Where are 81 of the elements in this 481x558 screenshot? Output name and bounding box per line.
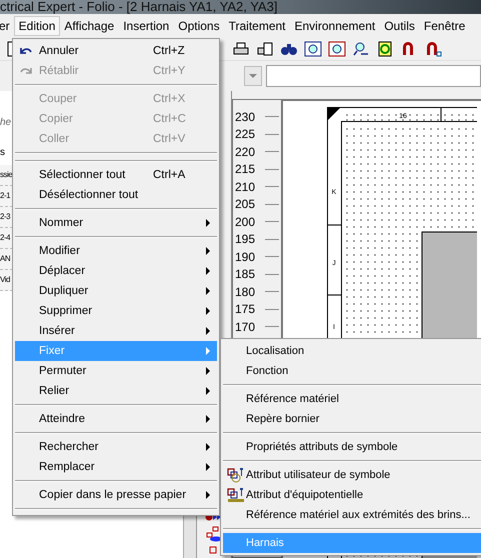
- ruler-label: 170: [235, 320, 256, 334]
- menu-item[interactable]: Fonction: [223, 361, 481, 381]
- menu-item[interactable]: Propriétés attributs de symbole: [223, 437, 481, 457]
- submenu-arrow-icon: [206, 307, 210, 315]
- menu-bar-item[interactable]: Outils: [379, 16, 420, 36]
- caret-icon: [249, 74, 257, 78]
- symbol-attribute-icon: [227, 467, 245, 483]
- submenu-arrow-icon: [206, 327, 210, 335]
- menu-item[interactable]: Modifier: [15, 241, 217, 261]
- ruler-label: 185: [235, 267, 256, 282]
- submenu-arrow-icon: [206, 367, 210, 375]
- submenu-arrow-icon: [206, 287, 210, 295]
- menu-item[interactable]: Remplacer: [15, 457, 217, 477]
- ruler-label: 200: [235, 214, 256, 229]
- submenu-arrow-icon: [206, 347, 210, 355]
- submenu-arrow-icon: [206, 443, 210, 451]
- menu-item[interactable]: Permuter: [15, 361, 217, 381]
- menu-bar-item[interactable]: Options: [173, 16, 225, 36]
- list-row[interactable]: AN: [0, 249, 10, 269]
- menu-item[interactable]: Localisation: [223, 341, 481, 361]
- ruler-label: 210: [235, 180, 256, 194]
- search-field[interactable]: he: [0, 117, 12, 135]
- ruler-label: 225: [235, 127, 256, 142]
- submenu-arrow-icon: [206, 415, 210, 423]
- menu-item[interactable]: Dupliquer: [15, 281, 217, 301]
- menu-item[interactable]: Référence matériel: [223, 389, 481, 409]
- ruler-label: 195: [235, 232, 256, 246]
- symbol-attribute-icon: [227, 487, 245, 503]
- menu-item[interactable]: Rechercher: [15, 437, 217, 457]
- list-row[interactable]: 2-4: [0, 228, 10, 248]
- magnet-icon[interactable]: [424, 41, 442, 57]
- submenu-arrow-icon: [206, 247, 210, 255]
- menu-item[interactable]: Supprimer: [15, 301, 217, 321]
- dropdown-button[interactable]: [244, 66, 262, 86]
- ruler-label: 215: [235, 162, 256, 176]
- menu-item[interactable]: Sélectionner tout Ctrl+A: [15, 165, 217, 185]
- input-field[interactable]: [266, 65, 481, 87]
- menu-bar-item[interactable]: Edition: [14, 16, 60, 36]
- list-row[interactable]: 2-1: [0, 186, 10, 206]
- menu-item[interactable]: Déplacer: [15, 261, 217, 281]
- menu-item[interactable]: Désélectionner tout: [15, 185, 217, 205]
- menu-bar-item[interactable]: Traitement: [224, 16, 290, 36]
- menu-bar-item[interactable]: Insertion: [118, 16, 174, 36]
- ruler-label: 180: [235, 284, 256, 299]
- zoom-window-icon[interactable]: [304, 41, 322, 57]
- menu-item[interactable]: Attribut utilisateur de symbole: [223, 465, 481, 485]
- submenu-arrow-icon: [206, 267, 210, 275]
- menu-item[interactable]: Référence matériel aux extrémités des brins...: [223, 505, 481, 525]
- print-preview-icon[interactable]: [256, 41, 274, 57]
- menu-item[interactable]: Annuler Ctrl+Z: [15, 41, 217, 61]
- zoom-previous-icon[interactable]: [352, 41, 370, 57]
- ruler-label: 205: [235, 197, 256, 212]
- menu-item[interactable]: Repère bornier: [223, 409, 481, 429]
- zoom-extents-icon[interactable]: [328, 41, 346, 57]
- menu-bar-item[interactable]: Fenêtre: [418, 16, 470, 36]
- network-icon[interactable]: [205, 526, 223, 542]
- menu-bar-item[interactable]: Affichage: [59, 16, 120, 36]
- binoculars-icon[interactable]: [280, 41, 298, 57]
- panel-tab[interactable]: s: [0, 147, 5, 165]
- submenu-arrow-icon: [206, 219, 210, 227]
- ruler-label: 230: [235, 110, 256, 124]
- submenu-arrow-icon: [206, 463, 210, 471]
- list-row[interactable]: Vid: [0, 270, 10, 290]
- ruler-label: 190: [235, 250, 256, 264]
- menu-item[interactable]: Relier: [15, 381, 217, 401]
- menu-bar-item[interactable]: Environnement: [290, 16, 380, 36]
- menu-item[interactable]: Nommer: [15, 213, 217, 233]
- list-row[interactable]: ssie: [0, 165, 12, 185]
- printer-icon[interactable]: [232, 41, 250, 57]
- submenu-arrow-icon: [206, 491, 210, 499]
- menu-item[interactable]: Copier dans le presse papier: [15, 485, 217, 505]
- window-title: ctrical Expert - Folio - [2 Harnais YA1, YA2, YA3]: [0, 0, 278, 14]
- submenu-arrow-icon: [206, 387, 210, 395]
- redo-icon: [19, 66, 33, 76]
- menu-item[interactable]: Attribut d'équipotentielle: [223, 485, 481, 505]
- menu-item[interactable]: Atteindre: [15, 409, 217, 429]
- undo-icon: [19, 46, 33, 56]
- list-row[interactable]: 2-3: [0, 207, 10, 227]
- ruler-label: 175: [235, 302, 256, 316]
- menu-item[interactable]: Insérer: [15, 321, 217, 341]
- ruler-label: 220: [235, 144, 256, 159]
